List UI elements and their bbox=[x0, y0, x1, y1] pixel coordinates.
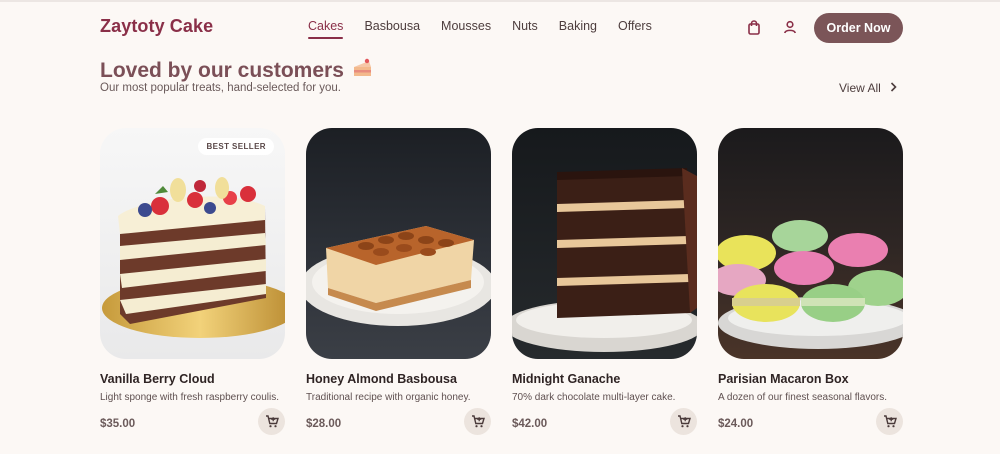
product-description: Traditional recipe with organic honey. bbox=[306, 392, 471, 403]
cart-icon bbox=[265, 415, 279, 428]
user-icon[interactable] bbox=[779, 16, 801, 38]
product-card: Midnight Ganache 70% dark chocolate mult… bbox=[512, 128, 697, 440]
shopping-bag-icon[interactable] bbox=[743, 16, 765, 38]
product-price: $35.00 bbox=[100, 418, 136, 430]
chevron-right-icon bbox=[890, 81, 897, 95]
cart-icon bbox=[471, 415, 485, 428]
product-card: Honey Almond Basbousa Traditional recipe… bbox=[306, 128, 491, 440]
add-to-cart-button[interactable] bbox=[670, 408, 697, 435]
nav-item-baking[interactable]: Baking bbox=[559, 19, 597, 38]
product-name[interactable]: Parisian Macaron Box bbox=[718, 372, 849, 386]
view-all-label: View All bbox=[839, 81, 881, 95]
product-card: Parisian Macaron Box A dozen of our fine… bbox=[718, 128, 903, 440]
cake-slice-icon bbox=[352, 58, 374, 84]
product-name[interactable]: Vanilla Berry Cloud bbox=[100, 372, 215, 386]
product-image[interactable] bbox=[718, 128, 903, 359]
add-to-cart-button[interactable] bbox=[464, 408, 491, 435]
product-description: Light sponge with fresh raspberry coulis… bbox=[100, 392, 279, 403]
nav-item-nuts[interactable]: Nuts bbox=[512, 19, 538, 38]
product-image[interactable] bbox=[306, 128, 491, 359]
view-all-link[interactable]: View All bbox=[839, 81, 897, 95]
product-price: $28.00 bbox=[306, 418, 342, 430]
main-nav: Cakes Basbousa Mousses Nuts Baking Offer… bbox=[308, 19, 673, 39]
site-header: Zaytoty Cake Cakes Basbousa Mousses Nuts… bbox=[0, 2, 1000, 54]
product-price: $42.00 bbox=[512, 418, 548, 430]
order-now-button[interactable]: Order Now bbox=[814, 13, 903, 43]
add-to-cart-button[interactable] bbox=[876, 408, 903, 435]
product-name[interactable]: Midnight Ganache bbox=[512, 372, 620, 386]
section-title: Loved by our customers bbox=[100, 58, 374, 84]
add-to-cart-button[interactable] bbox=[258, 408, 285, 435]
nav-item-cakes[interactable]: Cakes bbox=[308, 19, 344, 39]
product-card: BEST SELLER Vanilla Berry Cloud Light sp… bbox=[100, 128, 285, 440]
cart-icon bbox=[883, 415, 897, 428]
best-seller-badge: BEST SELLER bbox=[198, 138, 274, 155]
nav-item-basbousa[interactable]: Basbousa bbox=[364, 19, 420, 38]
product-image[interactable]: BEST SELLER bbox=[100, 128, 285, 359]
brand-logo[interactable]: Zaytoty Cake bbox=[100, 16, 213, 37]
cart-icon bbox=[677, 415, 691, 428]
product-price: $24.00 bbox=[718, 418, 754, 430]
nav-item-offers[interactable]: Offers bbox=[618, 19, 652, 38]
nav-item-mousses[interactable]: Mousses bbox=[441, 19, 491, 38]
product-image[interactable] bbox=[512, 128, 697, 359]
product-description: A dozen of our finest seasonal flavors. bbox=[718, 392, 887, 403]
section-title-text: Loved by our customers bbox=[100, 59, 344, 82]
product-name[interactable]: Honey Almond Basbousa bbox=[306, 372, 457, 386]
section-subtitle: Our most popular treats, hand-selected f… bbox=[100, 82, 341, 94]
product-description: 70% dark chocolate multi-layer cake. bbox=[512, 392, 676, 403]
